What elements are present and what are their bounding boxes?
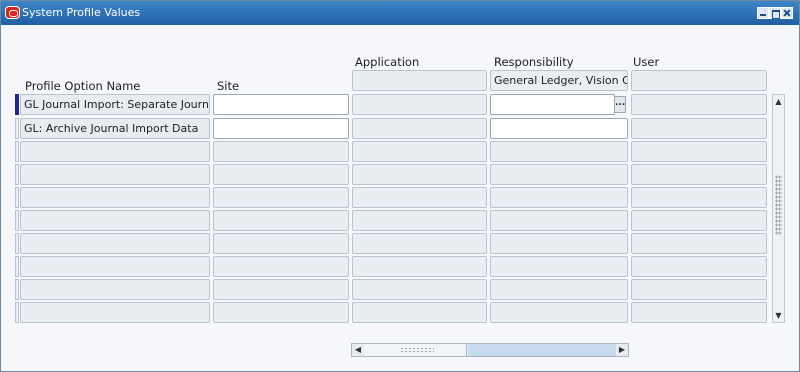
scroll-grip	[775, 175, 782, 235]
table-cell-user[interactable]	[631, 302, 767, 323]
table-cell-name[interactable]	[20, 210, 210, 231]
table-cell-application[interactable]	[352, 187, 487, 208]
table-cell-user[interactable]	[631, 279, 767, 300]
record-indicator[interactable]	[15, 210, 19, 231]
record-indicator[interactable]	[15, 118, 19, 139]
header-responsibility: Responsibility	[494, 55, 574, 69]
vertical-scrollbar[interactable]: ▲ ▼	[772, 94, 785, 323]
record-indicator[interactable]	[15, 187, 19, 208]
table-cell-responsibility[interactable]	[490, 302, 628, 323]
table-cell-application[interactable]	[352, 164, 487, 185]
maximize-icon[interactable]	[769, 7, 781, 19]
header-site: Site	[217, 79, 240, 93]
table-cell-responsibility[interactable]	[490, 141, 628, 162]
context-application-field	[352, 70, 487, 91]
table-cell-site[interactable]	[213, 187, 349, 208]
table-cell-site[interactable]	[213, 94, 349, 115]
table-cell-responsibility[interactable]	[490, 279, 628, 300]
table-cell-responsibility[interactable]	[490, 94, 615, 115]
table-cell-name[interactable]	[20, 141, 210, 162]
table-cell-name[interactable]	[20, 279, 210, 300]
table-cell-application[interactable]	[352, 279, 487, 300]
table-cell-responsibility[interactable]	[490, 210, 628, 231]
table-cell-application[interactable]	[352, 141, 487, 162]
table-cell-user[interactable]	[631, 233, 767, 254]
title-bar[interactable]: System Profile Values	[1, 1, 799, 25]
table-cell-name[interactable]	[20, 164, 210, 185]
table-cell-application[interactable]	[352, 302, 487, 323]
table-cell-application[interactable]	[352, 233, 487, 254]
scroll-left-icon[interactable]: ◀	[352, 344, 364, 356]
table-cell-user[interactable]	[631, 141, 767, 162]
current-record-indicator[interactable]	[15, 94, 19, 115]
oracle-logo-icon	[5, 6, 20, 19]
table-cell-site[interactable]	[213, 164, 349, 185]
table-cell-site[interactable]	[213, 233, 349, 254]
scroll-track[interactable]	[468, 344, 616, 356]
table-cell-responsibility[interactable]	[490, 187, 628, 208]
context-user-field	[631, 70, 767, 91]
table-cell-site[interactable]	[213, 302, 349, 323]
header-application: Application	[355, 55, 420, 69]
close-icon[interactable]	[781, 7, 793, 19]
table-cell-name[interactable]	[20, 256, 210, 277]
record-indicator[interactable]	[15, 302, 19, 323]
record-indicator[interactable]	[15, 279, 19, 300]
table-cell-name[interactable]	[20, 302, 210, 323]
context-responsibility-field: General Ledger, Vision Opera	[490, 70, 628, 91]
record-indicator[interactable]	[15, 164, 19, 185]
header-user: User	[633, 55, 660, 69]
record-indicator[interactable]	[15, 256, 19, 277]
table-cell-responsibility[interactable]	[490, 256, 628, 277]
table-cell-site[interactable]	[213, 141, 349, 162]
system-profile-values-window: System Profile Values Profile Option Nam…	[0, 0, 800, 372]
table-cell-user[interactable]	[631, 164, 767, 185]
table-cell-site[interactable]	[213, 118, 349, 139]
scroll-up-icon[interactable]: ▲	[773, 95, 784, 108]
table-cell-responsibility[interactable]	[490, 164, 628, 185]
minimize-icon[interactable]	[757, 7, 769, 19]
table-cell-name[interactable]	[20, 233, 210, 254]
table-cell-site[interactable]	[213, 210, 349, 231]
window-title: System Profile Values	[22, 6, 141, 19]
table-cell-user[interactable]	[631, 256, 767, 277]
table-cell-application[interactable]	[352, 94, 487, 115]
scroll-down-icon[interactable]: ▼	[773, 309, 784, 322]
table-cell-user[interactable]	[631, 118, 767, 139]
lov-button[interactable]: ...	[614, 96, 626, 113]
table-cell-responsibility[interactable]	[490, 233, 628, 254]
table-cell-user[interactable]	[631, 210, 767, 231]
header-profile-option-name: Profile Option Name	[25, 79, 141, 93]
table-cell-name[interactable]: GL Journal Import: Separate Journals by	[20, 94, 210, 115]
record-indicator[interactable]	[15, 233, 19, 254]
scroll-right-icon[interactable]: ▶	[616, 344, 628, 356]
table-cell-user[interactable]	[631, 187, 767, 208]
table-cell-name[interactable]	[20, 187, 210, 208]
table-cell-name[interactable]: GL: Archive Journal Import Data	[20, 118, 210, 139]
table-cell-site[interactable]	[213, 256, 349, 277]
record-indicator[interactable]	[15, 141, 19, 162]
table-cell-application[interactable]	[352, 118, 487, 139]
table-cell-application[interactable]	[352, 210, 487, 231]
thumb-grip	[400, 347, 434, 353]
table-cell-site[interactable]	[213, 279, 349, 300]
table-cell-responsibility[interactable]	[490, 118, 628, 139]
scroll-thumb[interactable]	[364, 344, 467, 356]
horizontal-scrollbar[interactable]: ◀ ▶	[351, 343, 629, 357]
table-cell-application[interactable]	[352, 256, 487, 277]
table-cell-user[interactable]	[631, 94, 767, 115]
